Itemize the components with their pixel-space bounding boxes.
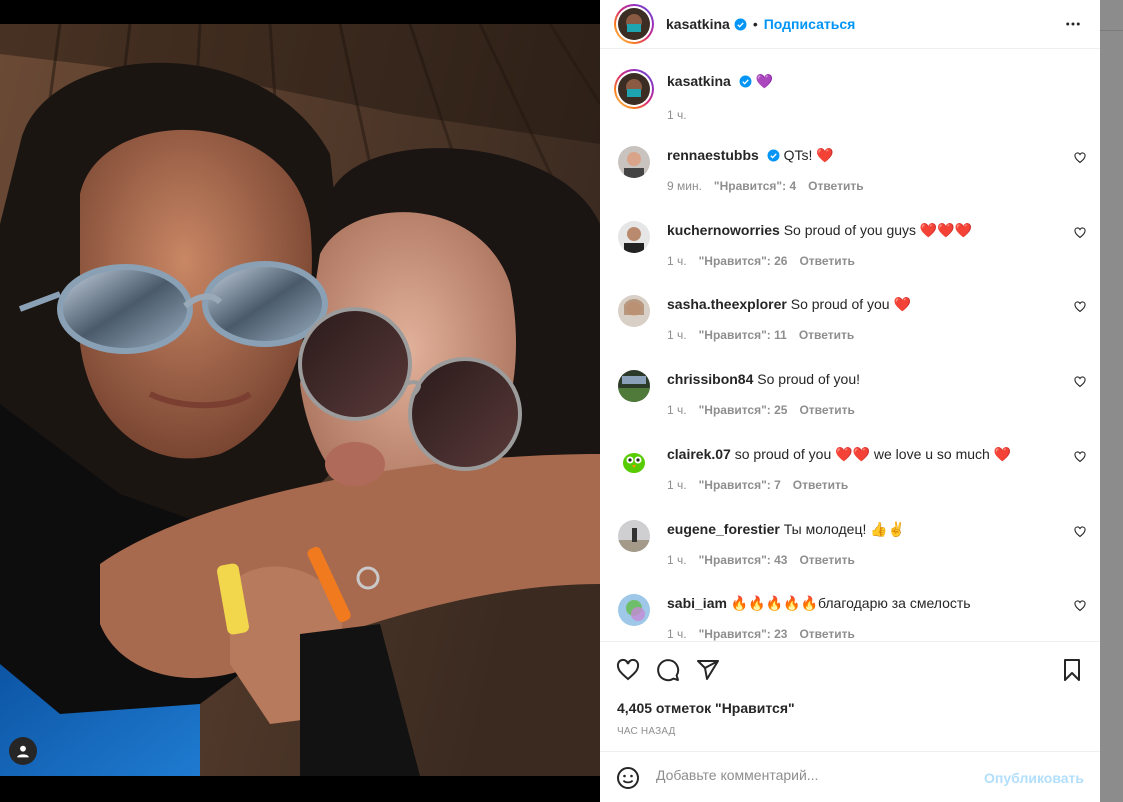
comment-likes[interactable]: "Нравится": 43 xyxy=(699,553,788,567)
caption-time: 1 ч. xyxy=(667,108,687,122)
commenter-avatar[interactable] xyxy=(618,594,650,626)
post-actions: 4,405 отметок "Нравится" ЧАС НАЗАД xyxy=(600,641,1100,751)
post-media-pane xyxy=(0,0,600,802)
caption-text: 💜 xyxy=(755,73,774,89)
comment-time: 1 ч. xyxy=(667,553,687,567)
comment-time: 1 ч. xyxy=(667,627,687,641)
comment-time: 1 ч. xyxy=(667,328,687,342)
heart-icon[interactable] xyxy=(1074,152,1086,164)
author-avatar[interactable] xyxy=(614,4,654,44)
comment-time: 9 мин. xyxy=(667,179,702,193)
comment-text: So proud of you! xyxy=(757,371,861,387)
post-timestamp: ЧАС НАЗАД xyxy=(617,726,676,737)
heart-icon xyxy=(616,658,640,681)
post-side-panel: kasatkina • Подписаться kasatkina 💜 1 ч.… xyxy=(600,0,1100,802)
comment-time: 1 ч. xyxy=(667,478,687,492)
post-header: kasatkina • Подписаться xyxy=(600,0,1100,49)
comments-list[interactable]: kasatkina 💜 1 ч. rennaestubbs QTs! ❤️ 9 … xyxy=(600,49,1100,641)
heart-icon[interactable] xyxy=(1074,451,1086,463)
save-button[interactable] xyxy=(1060,658,1084,687)
verified-icon xyxy=(734,18,747,30)
commenter-avatar[interactable] xyxy=(618,221,650,253)
author-username[interactable]: kasatkina xyxy=(666,16,730,32)
more-icon[interactable] xyxy=(1064,15,1082,33)
commenter-username[interactable]: chrissibon84 xyxy=(667,371,753,387)
verified-icon xyxy=(767,149,780,162)
comment-likes[interactable]: "Нравится": 26 xyxy=(699,254,788,268)
comment-text: 🔥🔥🔥🔥🔥благодарю за смелость xyxy=(730,595,971,611)
user-tag-button[interactable] xyxy=(9,737,37,765)
caption-avatar[interactable] xyxy=(614,69,654,109)
comment-likes[interactable]: "Нравится": 4 xyxy=(714,179,796,193)
separator-dot: • xyxy=(752,16,758,32)
commenter-avatar[interactable] xyxy=(618,146,650,178)
follow-button[interactable]: Подписаться xyxy=(764,16,856,32)
emoji-button[interactable] xyxy=(616,766,640,795)
like-button[interactable] xyxy=(616,658,640,687)
backdrop-right xyxy=(1100,0,1123,802)
commenter-avatar[interactable] xyxy=(618,295,650,327)
comment-likes[interactable]: "Нравится": 7 xyxy=(699,478,781,492)
reply-button[interactable]: Ответить xyxy=(799,627,854,641)
commenter-username[interactable]: eugene_forestier xyxy=(667,521,780,537)
reply-button[interactable]: Ответить xyxy=(799,254,854,268)
reply-button[interactable]: Ответить xyxy=(793,478,848,492)
comment-text: QTs! ❤️ xyxy=(783,147,834,163)
verified-icon xyxy=(739,75,752,88)
comment-input[interactable] xyxy=(656,767,976,783)
emoji-icon xyxy=(617,767,639,789)
reply-button[interactable]: Ответить xyxy=(799,328,854,342)
comment-text: Ты молодец! 👍✌️ xyxy=(783,521,906,537)
publish-button[interactable]: Опубликовать xyxy=(984,770,1084,786)
reply-button[interactable]: Ответить xyxy=(808,179,863,193)
post-photo[interactable] xyxy=(0,24,600,776)
commenter-username[interactable]: sabi_iam xyxy=(667,595,727,611)
caption-username[interactable]: kasatkina xyxy=(667,73,731,89)
reply-button[interactable]: Ответить xyxy=(799,403,854,417)
comment-text: So proud of you ❤️ xyxy=(790,296,911,312)
commenter-avatar[interactable] xyxy=(618,445,650,477)
heart-icon[interactable] xyxy=(1074,376,1086,388)
comment-icon xyxy=(657,659,680,682)
commenter-username[interactable]: kuchernoworries xyxy=(667,222,780,238)
commenter-username[interactable]: sasha.theexplorer xyxy=(667,296,787,312)
reply-button[interactable]: Ответить xyxy=(799,553,854,567)
selfie-illustration xyxy=(0,24,600,776)
user-tag-icon xyxy=(17,745,29,758)
comment-likes[interactable]: "Нравится": 25 xyxy=(699,403,788,417)
bookmark-icon xyxy=(1064,659,1080,681)
commenter-username[interactable]: clairek.07 xyxy=(667,446,731,462)
comment-likes[interactable]: "Нравится": 11 xyxy=(699,328,787,342)
commenter-avatar[interactable] xyxy=(618,520,650,552)
share-icon xyxy=(697,660,719,680)
commenter-username[interactable]: rennaestubbs xyxy=(667,147,759,163)
comment-composer: Опубликовать xyxy=(600,751,1100,802)
heart-icon[interactable] xyxy=(1074,526,1086,538)
heart-icon[interactable] xyxy=(1074,227,1086,239)
share-button[interactable] xyxy=(696,658,720,687)
comment-text: So proud of you guys ❤️❤️❤️ xyxy=(783,222,973,238)
heart-icon[interactable] xyxy=(1074,600,1086,612)
comment-button[interactable] xyxy=(656,658,680,687)
likes-count[interactable]: 4,405 отметок "Нравится" xyxy=(617,700,795,716)
comment-likes[interactable]: "Нравится": 23 xyxy=(699,627,788,641)
comment-time: 1 ч. xyxy=(667,254,687,268)
heart-icon[interactable] xyxy=(1074,301,1086,313)
comment-time: 1 ч. xyxy=(667,403,687,417)
comment-text: so proud of you ❤️❤️ we love u so much ❤… xyxy=(734,446,1012,462)
commenter-avatar[interactable] xyxy=(618,370,650,402)
